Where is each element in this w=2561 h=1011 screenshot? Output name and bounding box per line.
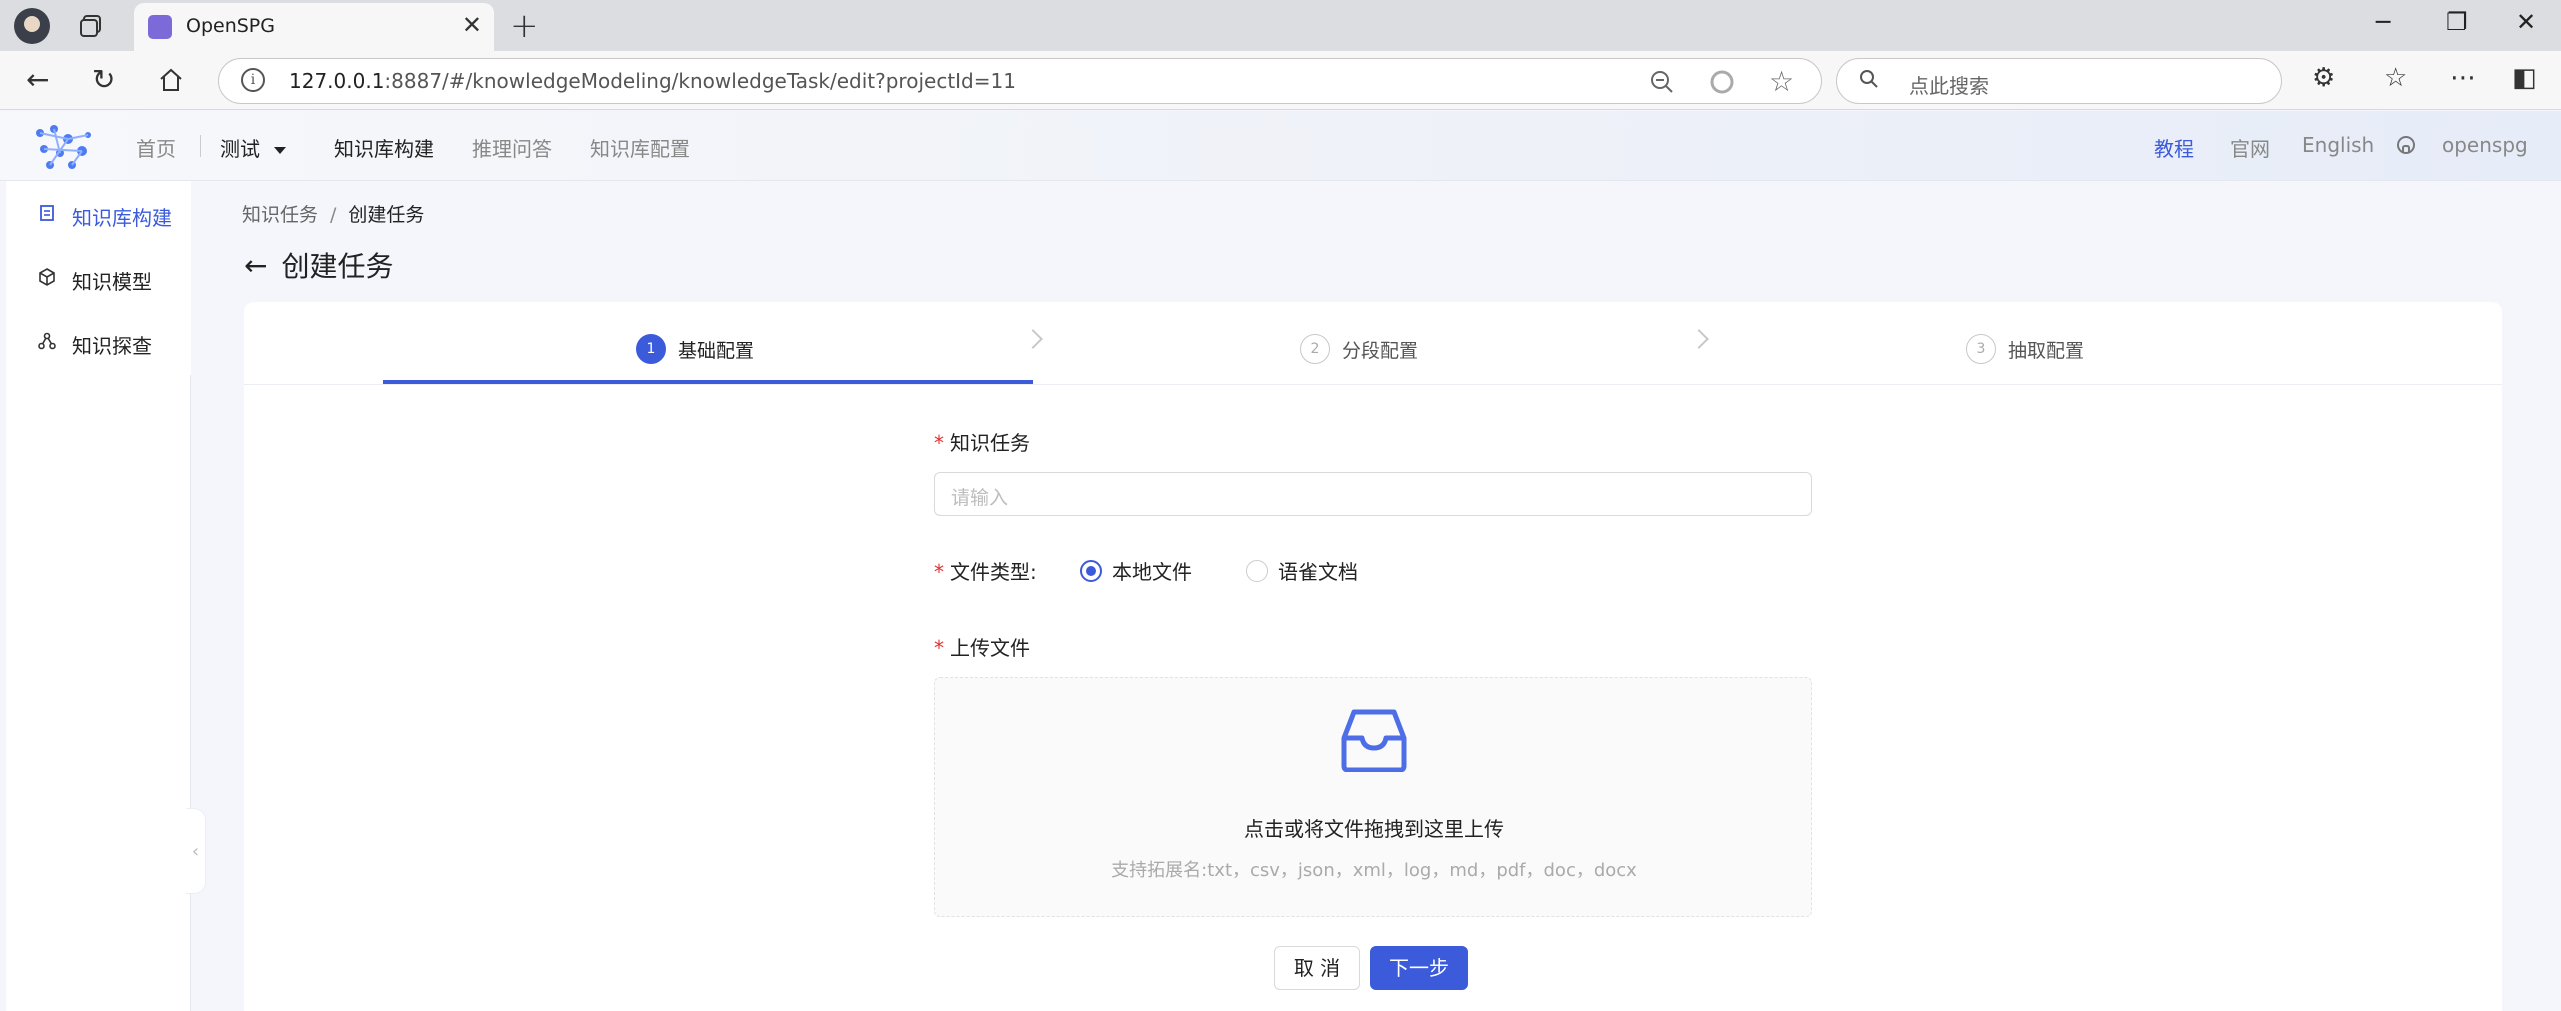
inbox-icon <box>1341 709 1407 772</box>
tutorial-link[interactable]: 教程 <box>2154 133 2194 162</box>
cancel-button[interactable]: 取 消 <box>1274 946 1360 990</box>
graph-icon <box>38 332 56 350</box>
sidebar-item-label: 知识探查 <box>72 334 152 358</box>
tab-title: OpenSPG <box>186 15 275 37</box>
sidebar-item-knowledge-explore[interactable]: 知识探查 <box>6 314 191 370</box>
sidebar-item-knowledge-model[interactable]: 知识模型 <box>6 250 191 306</box>
browser-tab-strip: OpenSPG ✕ + ─ ❐ ✕ <box>0 0 2561 51</box>
new-tab-icon[interactable]: + <box>510 6 539 46</box>
favorites-icon[interactable]: ☆ <box>2384 63 2407 93</box>
github-repo-link[interactable]: openspg <box>2442 133 2528 157</box>
back-icon[interactable]: ← <box>26 63 49 96</box>
close-tab-icon[interactable]: ✕ <box>462 11 482 39</box>
task-name-label: * 知识任务 <box>934 431 1030 455</box>
back-arrow-icon[interactable]: ← <box>244 249 267 282</box>
required-mark: * <box>934 431 944 455</box>
step-number: 2 <box>1300 334 1330 364</box>
step-chevron-icon <box>1023 329 1043 349</box>
official-site-link[interactable]: 官网 <box>2230 133 2270 162</box>
step-label: 分段配置 <box>1342 339 1419 362</box>
file-type-label: * 文件类型: <box>934 560 1037 584</box>
breadcrumb-parent[interactable]: 知识任务 <box>242 204 318 226</box>
nav-divider <box>200 135 201 157</box>
step-extract-config[interactable]: 3 抽取配置 <box>1966 334 2084 364</box>
openspg-favicon-icon <box>148 15 172 39</box>
sidebar-item-label: 知识库构建 <box>72 206 172 230</box>
search-icon <box>1860 70 1878 88</box>
reload-icon[interactable]: ↻ <box>92 63 115 96</box>
profile-avatar[interactable] <box>14 8 50 44</box>
step-segment-config[interactable]: 2 分段配置 <box>1300 334 1418 364</box>
breadcrumb: 知识任务 / 创建任务 <box>242 200 424 227</box>
restore-icon[interactable]: ❐ <box>2446 8 2468 36</box>
favorite-star-icon[interactable]: ☆ <box>1769 65 1794 98</box>
project-dropdown[interactable]: 测试 <box>220 133 286 162</box>
radio-yuque-doc-label[interactable]: 语雀文档 <box>1278 556 1358 585</box>
sidebar-item-knowledge-build[interactable]: 知识库构建 <box>6 186 191 242</box>
upload-main-text: 点击或将文件拖拽到这里上传 <box>1244 817 1504 841</box>
document-icon <box>40 205 54 221</box>
step-basic-config[interactable]: 1 基础配置 <box>636 334 754 364</box>
url-text[interactable]: 127.0.0.1:8887/#/knowledgeModeling/knowl… <box>289 69 1016 93</box>
github-icon[interactable] <box>2396 135 2416 155</box>
browser-search-box[interactable]: 点此搜索 <box>1836 58 2282 104</box>
tab-actions-icon[interactable] <box>78 12 106 40</box>
chevron-down-icon <box>274 147 286 154</box>
zoom-out-icon[interactable] <box>1649 69 1675 95</box>
radio-yuque-doc[interactable] <box>1246 559 1268 582</box>
sidebar: 知识库构建 知识模型 知识探查 <box>6 181 191 1011</box>
search-placeholder: 点此搜索 <box>1909 74 1989 98</box>
nav-reasoning-qa[interactable]: 推理问答 <box>472 133 552 162</box>
task-name-placeholder: 请输入 <box>951 487 1009 509</box>
required-mark: * <box>934 560 944 584</box>
browser-tab[interactable]: OpenSPG ✕ <box>134 3 494 51</box>
browser-toolbar: ← ↻ i 127.0.0.1:8887/#/knowledgeModeling… <box>0 51 2561 110</box>
minimize-icon[interactable]: ─ <box>2376 8 2390 36</box>
language-switch[interactable]: English <box>2302 133 2374 157</box>
upload-hint-text: 支持拓展名:txt，csv，json，xml，log，md，pdf，doc，do… <box>1111 860 1637 881</box>
step-label: 基础配置 <box>678 339 755 362</box>
openspg-logo-icon[interactable] <box>34 123 94 171</box>
sidebar-collapse-handle[interactable]: ‹ <box>186 808 206 894</box>
step-label: 抽取配置 <box>2008 339 2085 362</box>
edge-icon[interactable] <box>1709 69 1735 95</box>
file-type-radio-group: 本地文件 语雀文档 <box>1080 556 1358 585</box>
radio-local-file-label[interactable]: 本地文件 <box>1112 556 1192 585</box>
extensions-icon[interactable]: ⚙ <box>2312 63 2335 93</box>
upload-file-label: * 上传文件 <box>934 636 1030 660</box>
app-header: 首页 测试 知识库构建 推理问答 知识库配置 教程 官网 English ope… <box>0 111 2561 181</box>
window-close-icon[interactable]: ✕ <box>2516 8 2536 36</box>
more-menu-icon[interactable]: ⋯ <box>2450 63 2476 93</box>
task-name-input[interactable]: 请输入 <box>934 472 1812 516</box>
site-info-icon[interactable]: i <box>241 68 265 92</box>
radio-local-file[interactable] <box>1080 559 1102 582</box>
step-chevron-icon <box>1689 329 1709 349</box>
sidebar-item-label: 知识模型 <box>72 270 152 294</box>
next-step-button[interactable]: 下一步 <box>1370 946 1468 990</box>
page-title: ← 创建任务 <box>244 245 393 285</box>
address-bar[interactable]: i 127.0.0.1:8887/#/knowledgeModeling/kno… <box>218 58 1822 104</box>
steps-bar: 1 基础配置 2 分段配置 3 抽取配置 <box>244 302 2502 385</box>
sidebar-menu: 知识库构建 知识模型 知识探查 <box>6 181 191 375</box>
page-title-text: 创建任务 <box>281 250 394 283</box>
step-number: 1 <box>636 334 666 364</box>
active-step-indicator <box>383 380 1033 384</box>
step-number: 3 <box>1966 334 1996 364</box>
cube-icon <box>39 268 55 286</box>
required-mark: * <box>934 636 944 660</box>
upload-dropzone[interactable]: 点击或将文件拖拽到这里上传 支持拓展名:txt，csv，json，xml，log… <box>934 677 1812 917</box>
breadcrumb-separator: / <box>330 204 337 226</box>
nav-home[interactable]: 首页 <box>136 133 176 162</box>
nav-knowledge-config[interactable]: 知识库配置 <box>590 133 690 162</box>
home-icon[interactable] <box>158 67 184 93</box>
breadcrumb-current: 创建任务 <box>348 204 425 226</box>
nav-knowledge-build[interactable]: 知识库构建 <box>334 133 434 162</box>
create-task-card: 1 基础配置 2 分段配置 3 抽取配置 * 知识任务 请输入 * 文件类型: 本地… <box>244 302 2502 1011</box>
sidebar-toggle-icon[interactable]: ◧ <box>2512 63 2537 93</box>
